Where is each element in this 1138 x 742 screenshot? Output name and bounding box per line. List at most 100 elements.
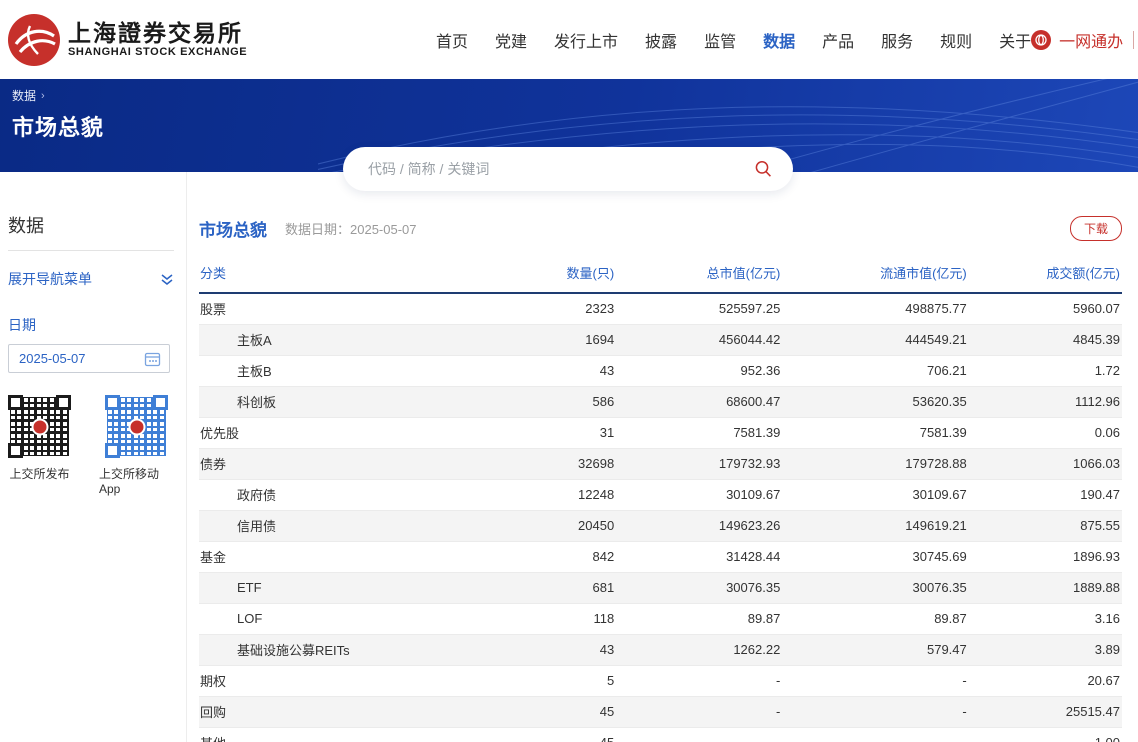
- table-cell: 952.36: [616, 355, 782, 386]
- expand-nav-menu-label: 展开导航菜单: [8, 269, 92, 289]
- table-cell: 4845.39: [969, 324, 1122, 355]
- table-cell: 25515.47: [969, 696, 1122, 727]
- date-label: 日期: [8, 315, 174, 335]
- table-cell: 149623.26: [616, 510, 782, 541]
- data-date-caption: 数据日期：2025-05-07: [285, 219, 417, 238]
- table-row: 优先股317581.397581.390.06: [199, 417, 1122, 448]
- date-input[interactable]: [9, 351, 140, 366]
- table-cell: 525597.25: [616, 293, 782, 324]
- table-cell: 基金: [199, 541, 476, 572]
- market-overview-table: 分类数量(只)总市值(亿元)流通市值(亿元)成交额(亿元) 股票23235255…: [199, 255, 1122, 742]
- table-cell: 1.00: [969, 727, 1122, 742]
- nav-item-products[interactable]: 产品: [822, 28, 854, 52]
- download-button[interactable]: 下载: [1070, 216, 1122, 241]
- page: 上海證券交易所 SHANGHAI STOCK EXCHANGE 首页 党建 发行…: [0, 0, 1138, 742]
- table-column-header: 分类: [199, 255, 476, 293]
- nav-item-services[interactable]: 服务: [881, 28, 913, 52]
- table-cell: 30076.35: [616, 572, 782, 603]
- breadcrumb-item-data[interactable]: 数据: [12, 87, 36, 104]
- qr-center-logo: [31, 418, 48, 435]
- quick-links-divider: [1133, 31, 1134, 49]
- sse-logo[interactable]: 上海證券交易所 SHANGHAI STOCK EXCHANGE: [8, 14, 268, 66]
- table-cell: 179728.88: [782, 448, 968, 479]
- table-cell: 31: [476, 417, 616, 448]
- table-cell: 2323: [476, 293, 616, 324]
- table-column-header: 成交额(亿元): [969, 255, 1122, 293]
- table-row: 信用债20450149623.26149619.21875.55: [199, 510, 1122, 541]
- table-cell: 118: [476, 603, 616, 634]
- data-date-value: 2025-05-07: [350, 222, 417, 237]
- table-cell: 主板B: [199, 355, 476, 386]
- table-row: ETF68130076.3530076.351889.88: [199, 572, 1122, 603]
- calendar-icon: [144, 351, 161, 367]
- table-cell: 20450: [476, 510, 616, 541]
- table-cell: 3.89: [969, 634, 1122, 665]
- table-cell: 45: [476, 696, 616, 727]
- nav-item-party[interactable]: 党建: [495, 28, 527, 52]
- double-chevron-down-icon: [160, 273, 174, 286]
- table-cell: -: [616, 727, 782, 742]
- table-cell: 30745.69: [782, 541, 968, 572]
- table-cell: 586: [476, 386, 616, 417]
- qr-code-sse-mobile-app: [105, 395, 168, 458]
- table-cell: 149619.21: [782, 510, 968, 541]
- table-column-header: 流通市值(亿元): [782, 255, 968, 293]
- table-cell: 45: [476, 727, 616, 742]
- table-row: 主板B43952.36706.211.72: [199, 355, 1122, 386]
- calendar-button[interactable]: [140, 351, 169, 367]
- qr-label-sse-mobile-app: 上交所移动App: [99, 465, 174, 496]
- qr-item-sse-release: 上交所发布: [8, 395, 71, 496]
- table-column-header: 总市值(亿元): [616, 255, 782, 293]
- nav-item-data[interactable]: 数据: [763, 28, 795, 52]
- table-cell: 706.21: [782, 355, 968, 386]
- expand-nav-menu-button[interactable]: 展开导航菜单: [8, 269, 174, 289]
- table-cell: 信用债: [199, 510, 476, 541]
- table-cell: 1066.03: [969, 448, 1122, 479]
- quick-link-one-stop[interactable]: 一网通办: [1059, 28, 1123, 52]
- nav-item-rules[interactable]: 规则: [940, 28, 972, 52]
- breadcrumb: 数据 ›: [12, 87, 1138, 104]
- table-cell: 43: [476, 634, 616, 665]
- content-area: 数据 展开导航菜单 日期: [0, 172, 1138, 742]
- table-cell: 基础设施公募REITs: [199, 634, 476, 665]
- table-row: 基础设施公募REITs431262.22579.473.89: [199, 634, 1122, 665]
- table-cell: 5960.07: [969, 293, 1122, 324]
- search-input[interactable]: [343, 161, 747, 177]
- table-cell: 7581.39: [616, 417, 782, 448]
- section-title: 市场总貌: [199, 216, 267, 241]
- sse-logo-text: 上海證券交易所 SHANGHAI STOCK EXCHANGE: [68, 21, 247, 58]
- table-cell: 43: [476, 355, 616, 386]
- table-cell: 1694: [476, 324, 616, 355]
- table-cell: 30076.35: [782, 572, 968, 603]
- nav-item-about[interactable]: 关于: [999, 28, 1031, 52]
- table-cell: 0.06: [969, 417, 1122, 448]
- table-cell: 875.55: [969, 510, 1122, 541]
- table-cell: 89.87: [616, 603, 782, 634]
- table-cell: 179732.93: [616, 448, 782, 479]
- table-cell: 12248: [476, 479, 616, 510]
- table-cell: 30109.67: [616, 479, 782, 510]
- table-row: 股票2323525597.25498875.775960.07: [199, 293, 1122, 324]
- table-column-header: 数量(只): [476, 255, 616, 293]
- site-header: 上海證券交易所 SHANGHAI STOCK EXCHANGE 首页 党建 发行…: [0, 0, 1138, 79]
- table-cell: 债券: [199, 448, 476, 479]
- table-cell: 190.47: [969, 479, 1122, 510]
- table-cell: 579.47: [782, 634, 968, 665]
- table-row: 基金84231428.4430745.691896.93: [199, 541, 1122, 572]
- nav-item-disclosure[interactable]: 披露: [645, 28, 677, 52]
- nav-item-supervision[interactable]: 监管: [704, 28, 736, 52]
- table-cell: 1889.88: [969, 572, 1122, 603]
- nav-item-home[interactable]: 首页: [436, 28, 468, 52]
- table-cell: 1112.96: [969, 386, 1122, 417]
- table-cell: 3.16: [969, 603, 1122, 634]
- table-row: 债券32698179732.93179728.881066.03: [199, 448, 1122, 479]
- breadcrumb-arrow-icon: ›: [41, 90, 45, 102]
- table-row: 回购45--25515.47: [199, 696, 1122, 727]
- table-cell: 其他: [199, 727, 476, 742]
- table-cell: 20.67: [969, 665, 1122, 696]
- table-cell: 1262.22: [616, 634, 782, 665]
- table-cell: 回购: [199, 696, 476, 727]
- nav-item-listing[interactable]: 发行上市: [554, 28, 618, 52]
- search-button[interactable]: [747, 159, 793, 179]
- page-title: 市场总貌: [12, 110, 1138, 142]
